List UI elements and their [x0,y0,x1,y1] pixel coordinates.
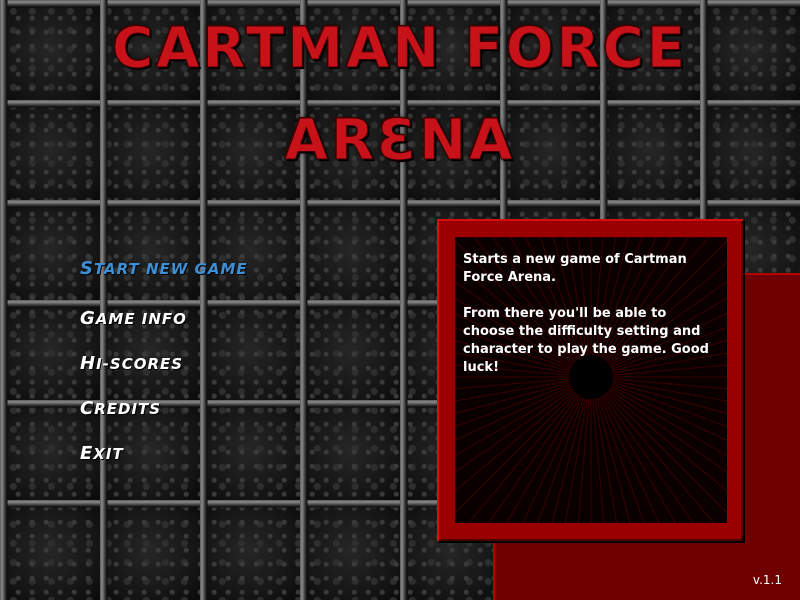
menu-item-start-new-game[interactable]: START NEW GAME [80,258,248,279]
menu-item-initial: E [80,443,94,464]
menu-item-initial: H [80,353,97,374]
game-title-line-1: CARTMAN FORCE [111,16,688,82]
burst-ray [590,376,727,514]
game-title-line-2: ARƐNA [284,108,516,174]
burst-ray [564,376,592,523]
description-paragraph-2: From there you'll be able to choose the … [463,306,709,375]
menu-item-initial: C [80,398,95,419]
menu-item-hi-scores[interactable]: HI-SCORES [80,353,183,374]
description-text: Starts a new game of Cartman Force Arena… [463,251,721,395]
description-paragraph-1: Starts a new game of Cartman Force Arena… [463,252,687,285]
menu-item-initial: G [80,308,96,329]
menu-item-label: I-SCORES [96,355,184,373]
burst-ray [455,376,592,514]
burst-ray [590,376,727,492]
menu-item-label: AME INFO [95,310,187,328]
description-panel: Starts a new game of Cartman Force Arena… [455,237,727,523]
menu-item-exit[interactable]: EXIT [80,443,124,464]
menu-item-initial: S [80,258,94,279]
menu-item-label: TART NEW GAME [93,260,248,278]
burst-ray [455,376,592,492]
version-label: v.1.1 [752,573,782,587]
menu-item-game-info[interactable]: GAME INFO [80,308,187,329]
menu-item-credits[interactable]: CREDITS [80,398,161,419]
menu-item-label: XIT [93,445,124,463]
burst-ray [590,376,618,523]
menu-item-label: REDITS [94,400,162,418]
